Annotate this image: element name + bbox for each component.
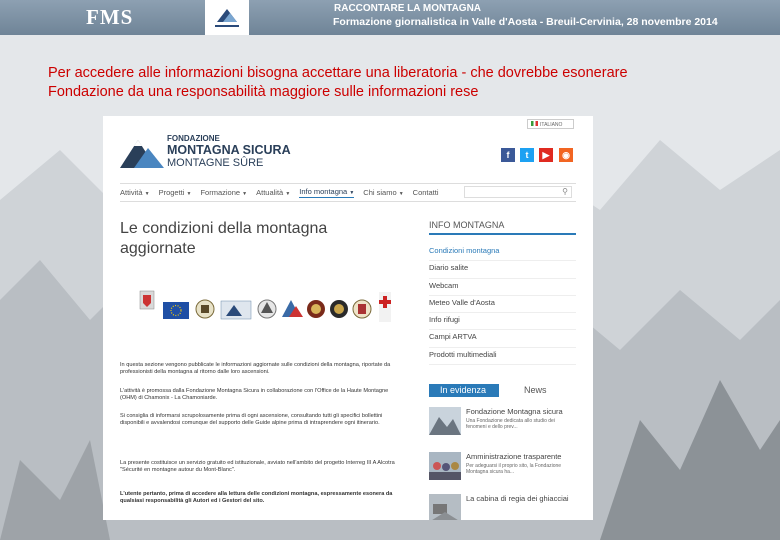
italy-flag-icon — [531, 121, 538, 126]
region-crest-icon — [139, 290, 155, 310]
fondazione-mountain-logo-icon — [120, 140, 164, 168]
nav-item-attivita[interactable]: Attività ▼ — [120, 188, 150, 197]
slide-caption: Per accedere alle informazioni bisogna a… — [48, 64, 748, 102]
news-thumbnail-image — [429, 407, 461, 435]
website-screenshot: ITALIANO FONDAZIONE MONTAGNA SICURA MONT… — [103, 116, 593, 520]
news-item[interactable]: Amministrazione trasparente Per adeguars… — [429, 452, 576, 487]
eu-flag-icon — [163, 302, 189, 319]
sidebar-item-info-rifugi[interactable]: Info rifugi — [429, 313, 576, 331]
main-nav: Attività ▼ Progetti ▼ Formazione ▼ Attua… — [120, 183, 576, 202]
news-item[interactable]: La cabina di regia dei ghiacciai — [429, 494, 576, 520]
chevron-down-icon: ▼ — [398, 191, 404, 197]
caption-line-2: Fondazione da una responsabilità maggior… — [48, 84, 479, 100]
partner-logos — [139, 290, 391, 322]
chevron-down-icon: ▼ — [186, 191, 192, 197]
chevron-down-icon: ▼ — [144, 191, 150, 197]
chevron-down-icon: ▼ — [349, 190, 355, 196]
chevron-down-icon: ▼ — [242, 191, 248, 197]
youtube-icon[interactable]: ▶ — [539, 148, 553, 162]
header-logo — [205, 0, 249, 35]
guides-badge-icon — [307, 300, 325, 318]
emblem-icon — [352, 299, 372, 319]
nav-item-progetti[interactable]: Progetti ▼ — [159, 188, 192, 197]
sidebar-item-campi-artva[interactable]: Campi ARTVA — [429, 330, 576, 348]
sidebar-menu: Condizioni montagna Diario salite Webcam… — [429, 244, 576, 366]
nav-item-chi-siamo[interactable]: Chi siamo ▼ — [363, 188, 403, 197]
fms-brand: FMS — [86, 5, 134, 29]
news-thumbnail-image — [429, 452, 461, 480]
sidebar-item-prodotti-multimediali[interactable]: Prodotti multimediali — [429, 348, 576, 366]
nav-item-contatti[interactable]: Contatti — [413, 188, 439, 197]
logo-line-3: MONTAGNE SÛRE — [167, 157, 264, 169]
presentation-header: FMS RACCONTARE LA MONTAGNA Formazione gi… — [0, 0, 780, 35]
sidebar-item-diario-salite[interactable]: Diario salite — [429, 261, 576, 279]
nav-item-formazione[interactable]: Formazione ▼ — [200, 188, 247, 197]
news-thumbnail-image — [429, 494, 461, 520]
twitter-icon[interactable]: t — [520, 148, 534, 162]
mountain-logo-icon — [282, 300, 303, 317]
language-selector[interactable]: ITALIANO — [527, 119, 574, 129]
page-title: Le condizioni della montagna aggiornate — [120, 220, 328, 257]
alpine-crest-icon — [257, 299, 277, 319]
tab-in-evidenza[interactable]: In evidenza — [429, 384, 499, 397]
disclaimer-paragraph: L'utente pertanto, prima di accedere all… — [120, 491, 393, 505]
intro-paragraph-3: Si consiglia di informarsi scrupolosamen… — [120, 413, 383, 427]
news-tabs: In evidenza News — [429, 384, 576, 397]
search-icon[interactable]: ⚲ — [562, 187, 568, 196]
chevron-down-icon: ▼ — [285, 191, 291, 197]
intro-paragraph-1: In questa sezione vengono pubblicate le … — [120, 362, 391, 376]
caption-line-1: Per accedere alle informazioni bisogna a… — [48, 65, 628, 81]
logo-line-2: MONTAGNA SICURA — [167, 143, 291, 157]
header-subtitle: Formazione giornalistica in Valle d'Aost… — [333, 16, 718, 28]
sidebar-item-meteo[interactable]: Meteo Valle d'Aosta — [429, 296, 576, 314]
montagna-sicura-logo-icon — [220, 300, 252, 320]
cross-logo-icon — [379, 292, 391, 322]
sidebar-item-condizioni-montagna[interactable]: Condizioni montagna — [429, 244, 576, 262]
tab-news[interactable]: News — [524, 384, 547, 397]
rss-icon[interactable]: ◉ — [559, 148, 573, 162]
news-item[interactable]: Fondazione Montagna sicura Una Fondazion… — [429, 407, 576, 442]
interreg-logo-icon — [195, 299, 215, 319]
logo-line-1: FONDAZIONE — [167, 134, 220, 143]
search-input[interactable]: ⚲ — [464, 186, 572, 198]
intro-paragraph-4: La presente costituisce un servizio grat… — [120, 460, 395, 474]
nav-item-info-montagna[interactable]: Info montagna ▼ — [299, 187, 355, 198]
sidebar-item-webcam[interactable]: Webcam — [429, 279, 576, 296]
rescue-badge-icon — [330, 300, 348, 318]
facebook-icon[interactable]: f — [501, 148, 515, 162]
intro-paragraph-2: L'attività è promossa dalla Fondazione M… — [120, 388, 389, 402]
sidebar-title: INFO MONTAGNA — [429, 220, 576, 235]
nav-item-attualita[interactable]: Attualità ▼ — [256, 188, 290, 197]
header-title: RACCONTARE LA MONTAGNA — [334, 3, 482, 14]
